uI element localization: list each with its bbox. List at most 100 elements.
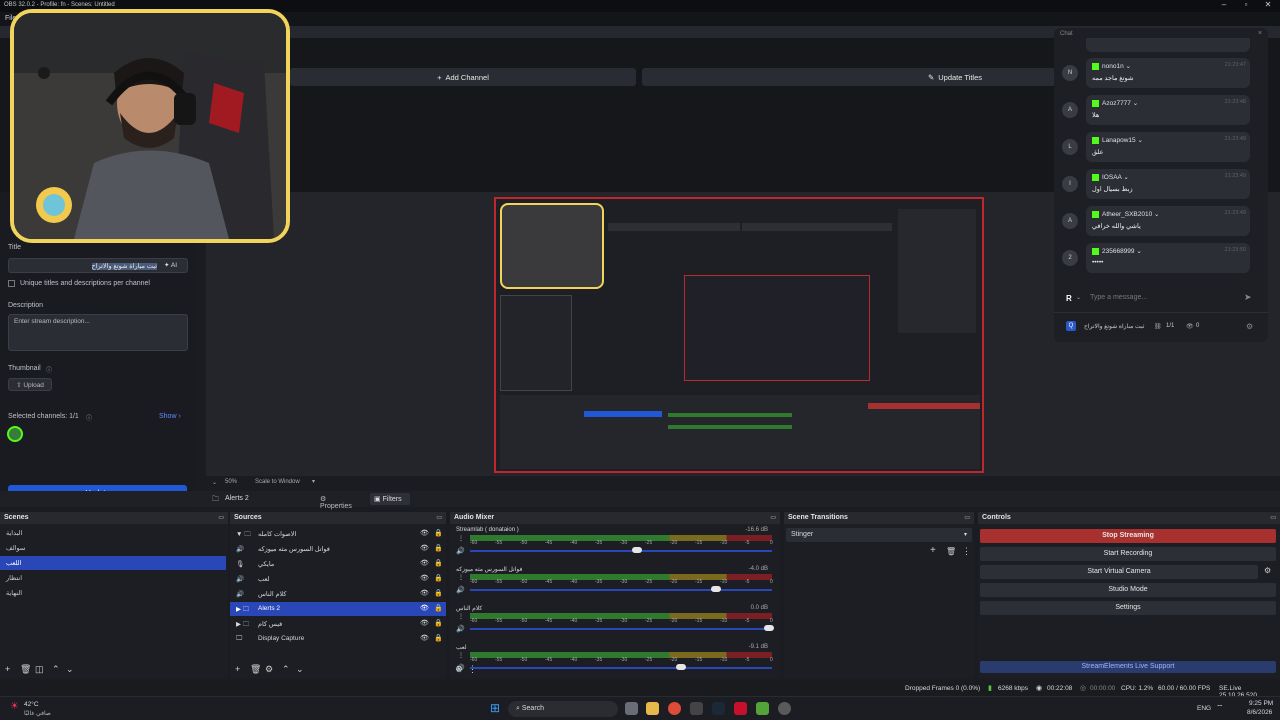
chat-message[interactable]: 235668999 ⌄ 21:23:50 ••••• — [1086, 243, 1250, 273]
source-item[interactable]: ▶ 🗀 Alerts 2 👁 🔒 — [230, 602, 446, 616]
dock-menu-icon[interactable]: ▭ — [964, 514, 970, 521]
speaker-icon[interactable]: 🔊 — [456, 547, 465, 555]
scene-item[interactable]: النهاية — [0, 586, 226, 600]
lock-icon[interactable]: 🔒 — [434, 619, 443, 627]
add-icon[interactable]: + — [235, 664, 240, 674]
dots-icon[interactable]: ⋮ — [458, 613, 464, 620]
properties-button[interactable]: ⚙ Properties — [316, 493, 364, 510]
chat-input[interactable]: Type a message... — [1090, 294, 1147, 301]
scale-dropdown-icon[interactable]: ▾ — [312, 478, 315, 485]
eye-icon[interactable]: 👁 — [420, 529, 429, 537]
send-icon[interactable]: ➤ — [1244, 292, 1252, 303]
chat-close-icon[interactable]: × — [1258, 30, 1262, 37]
support-button[interactable]: StreamElements Live Support — [980, 661, 1276, 673]
lock-icon[interactable]: 🔒 — [434, 604, 443, 612]
dots-icon[interactable]: ⋮ — [458, 652, 464, 659]
dock-menu-icon[interactable]: ▭ — [436, 514, 442, 521]
steam-icon[interactable] — [712, 702, 725, 715]
speaker-icon[interactable]: 🔊 — [456, 625, 465, 633]
reply-icon[interactable]: R — [1066, 294, 1072, 303]
scale-mode[interactable]: Scale to Window — [255, 479, 300, 485]
scene-item[interactable]: انتظار — [0, 571, 226, 585]
source-item[interactable]: 🎙 مايكي 👁 🔒 — [230, 557, 446, 571]
source-item[interactable]: 🔊 كلام الناس 👁 🔒 — [230, 587, 446, 601]
start-virtual-camera-button[interactable]: Start Virtual Camera — [980, 565, 1258, 579]
zoom-icon[interactable]: ⌄ — [212, 479, 217, 486]
volume-slider[interactable] — [470, 589, 772, 591]
speaker-icon[interactable]: 🔊 — [456, 586, 465, 594]
description-input[interactable]: Enter stream description... — [8, 314, 188, 351]
stop-streaming-button[interactable]: Stop Streaming — [980, 529, 1276, 543]
source-item[interactable]: 🔊 لعب 👁 🔒 — [230, 572, 446, 586]
eye-icon[interactable]: 👁 — [420, 574, 429, 582]
scene-item[interactable]: سوالف — [0, 541, 226, 555]
eye-icon[interactable]: 👁 — [420, 544, 429, 552]
chat-message[interactable]: nono1n ⌄ 21:23:47 شوتغ ماجد ممه — [1086, 58, 1250, 88]
up-arrow-icon[interactable]: ⌃ — [282, 664, 290, 675]
dock-menu-icon[interactable]: ▭ — [770, 514, 776, 521]
dots-icon[interactable]: ⋮ — [458, 535, 464, 542]
eye-icon[interactable]: 👁 — [420, 589, 429, 597]
volume-knob[interactable] — [711, 586, 721, 592]
lock-icon[interactable]: 🔒 — [434, 559, 443, 567]
trash-icon[interactable]: 🗑 — [20, 664, 31, 675]
lock-icon[interactable]: 🔒 — [434, 589, 443, 597]
lock-icon[interactable]: 🔒 — [434, 634, 443, 642]
volume-slider[interactable] — [470, 550, 772, 552]
scene-item[interactable]: البداية — [0, 526, 226, 540]
gear-icon[interactable]: ⚙ — [455, 664, 463, 675]
gear-icon[interactable]: ⚙ — [1246, 322, 1253, 331]
app-icon[interactable] — [756, 702, 769, 715]
windows-start-icon[interactable]: ⊞ — [490, 701, 500, 715]
settings-button[interactable]: Settings — [980, 601, 1276, 615]
up-arrow-icon[interactable]: ⌃ — [52, 664, 60, 675]
title-input[interactable]: ثبت مباراة شوتغ والاتراح — [8, 258, 188, 273]
close-icon[interactable]: ✕ — [1256, 0, 1280, 9]
lock-icon[interactable]: 🔒 — [434, 529, 443, 537]
eye-icon[interactable]: 👁 — [420, 559, 429, 567]
eye-icon[interactable]: 👁 — [420, 619, 429, 627]
kick-channel-avatar[interactable] — [7, 426, 23, 442]
source-item[interactable]: 🖵 Display Capture 👁 🔒 — [230, 632, 446, 646]
wifi-icon[interactable]: ⌔ — [1216, 703, 1224, 713]
dock-menu-icon[interactable]: ▭ — [218, 514, 224, 521]
language-indicator[interactable]: ENG — [1197, 705, 1211, 712]
maximize-icon[interactable]: ▫ — [1234, 0, 1258, 9]
minimize-icon[interactable]: – — [1212, 0, 1236, 9]
trash-icon[interactable]: 🗑 — [250, 664, 261, 675]
clock-time[interactable]: 9:25 PM — [1249, 700, 1273, 707]
obs-icon[interactable] — [690, 702, 703, 715]
source-item[interactable]: ▶ 🗀 فيس كام 👁 🔒 — [230, 617, 446, 631]
zoom-level[interactable]: 50% — [225, 479, 237, 485]
ai-button[interactable]: ✦ AI — [164, 261, 177, 269]
source-item[interactable]: ▼ 🗀 الاصوات كامله 👁 🔒 — [230, 527, 446, 541]
chat-message[interactable]: Atheer_SXB2010 ⌄ 21:23:49 ياشي والله خرافي — [1086, 206, 1250, 236]
preview-canvas[interactable] — [494, 197, 984, 473]
show-link[interactable]: Show › — [159, 413, 181, 420]
adobe-icon[interactable] — [734, 702, 747, 715]
gear-icon[interactable]: ⚙ — [1264, 566, 1271, 575]
transition-select[interactable]: Stinger ▾ — [786, 528, 972, 542]
gear-icon[interactable]: ⚙ — [265, 664, 273, 675]
dots-icon[interactable]: ⋮ — [458, 574, 464, 581]
add-icon[interactable]: + — [5, 664, 10, 674]
chat-message[interactable]: Azoz7777 ⌄ 21:23:48 هلا — [1086, 95, 1250, 125]
unique-checkbox[interactable] — [8, 280, 15, 287]
volume-knob[interactable] — [764, 625, 774, 631]
trash-icon[interactable]: 🗑 — [946, 547, 956, 556]
eye-icon[interactable]: 👁 — [420, 634, 429, 642]
dots-icon[interactable]: ⋮ — [962, 546, 971, 557]
file-explorer-icon[interactable] — [646, 702, 659, 715]
volume-slider[interactable] — [470, 628, 772, 630]
add-channel-button[interactable]: + Add Channel — [290, 68, 636, 86]
search-box[interactable]: ⌕ Search — [508, 701, 618, 717]
studio-mode-button[interactable]: Studio Mode — [980, 583, 1276, 597]
clock-date[interactable]: 8/6/2026 — [1247, 709, 1272, 716]
obs-active-icon[interactable] — [778, 702, 791, 715]
chat-message[interactable]: Lanapow15 ⌄ 21:23:49 علق — [1086, 132, 1250, 162]
scene-item[interactable]: اللعب — [0, 556, 226, 570]
upload-button[interactable]: ⇧ Upload — [8, 378, 52, 391]
down-arrow-icon[interactable]: ⌄ — [296, 664, 304, 675]
task-view-icon[interactable] — [625, 702, 638, 715]
add-icon[interactable]: + — [930, 545, 936, 556]
